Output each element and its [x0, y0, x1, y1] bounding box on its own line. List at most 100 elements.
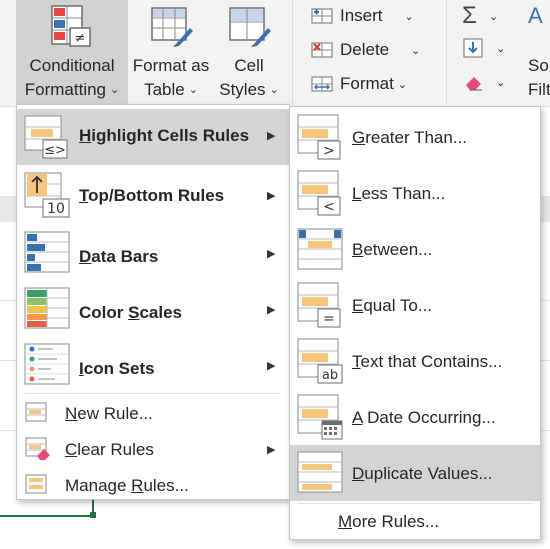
access-key: D	[79, 247, 92, 266]
access-key: C	[65, 440, 78, 459]
submenu-item-text-contains[interactable]: ab Text that Contains...	[290, 333, 540, 389]
access-key: T	[79, 186, 89, 205]
sort-az-icon: A	[528, 3, 543, 28]
format-button[interactable]: Format ⌄	[310, 70, 407, 98]
fill-handle[interactable]	[90, 512, 96, 518]
greater-than-symbol: >	[323, 143, 335, 159]
fill-button[interactable]: ⌄	[462, 34, 505, 62]
submenu-item-duplicate-values[interactable]: Duplicate Values...	[290, 445, 540, 501]
cell-styles-label-2: Styles	[219, 80, 266, 99]
submenu-item-more-rules[interactable]: More Rules...	[290, 505, 540, 537]
conditional-formatting-label-1: Conditional	[29, 56, 115, 75]
selected-cell-border	[0, 515, 95, 517]
greater-than-icon: >	[297, 114, 341, 160]
submenu-item-less-than[interactable]: < Less Than...	[290, 165, 540, 221]
insert-cells-icon	[310, 5, 334, 27]
menu-label-post: reater Than...	[365, 128, 467, 147]
chevron-down-icon: ⌄	[110, 84, 120, 97]
menu-item-icon-sets[interactable]: Icon Sets ▶	[17, 337, 289, 393]
autosum-button[interactable]: Σ ⌄	[462, 2, 498, 30]
access-key: B	[352, 240, 364, 259]
submenu-item-date-occurring[interactable]: A Date Occurring...	[290, 389, 540, 445]
highlight-cells-submenu: > Greater Than... < Less Than... Between…	[289, 106, 541, 540]
new-rule-icon	[25, 402, 47, 422]
access-key: H	[79, 126, 92, 145]
menu-item-clear-rules[interactable]: Clear Rules ▶	[17, 431, 289, 467]
cell-styles-button[interactable]: Cell Styles ⌄	[214, 0, 284, 106]
menu-label-post: ighlight Cells Rules	[91, 126, 250, 145]
delete-button[interactable]: Delete ⌄	[310, 36, 420, 64]
clear-rules-icon	[25, 437, 50, 460]
equal-symbol: =	[323, 311, 335, 327]
sort-filter-button[interactable]: A So Filt	[526, 0, 550, 106]
format-as-table-label-2: Table	[144, 80, 185, 99]
ribbon: ≠ Conditional Formatting ⌄ Format as Tabl…	[0, 0, 550, 106]
less-than-icon: <	[297, 170, 341, 216]
access-key: A	[352, 408, 363, 427]
chevron-down-icon: ⌄	[488, 10, 499, 23]
insert-label: Insert	[340, 6, 383, 25]
access-key: E	[352, 296, 364, 315]
top-bottom-icon: 10	[24, 172, 70, 218]
submenu-arrow-icon: ▶	[267, 190, 276, 202]
conditional-formatting-menu: ≤> Highlight Cells Rules ▶ 10 Top/Bottom…	[16, 104, 290, 500]
color-scales-icon	[24, 287, 70, 329]
ribbon-separator	[446, 0, 447, 104]
menu-label-post: ules...	[143, 476, 189, 495]
duplicate-values-icon	[297, 451, 343, 493]
conditional-formatting-button[interactable]: ≠ Conditional Formatting ⌄	[16, 0, 128, 106]
submenu-arrow-icon: ▶	[267, 130, 276, 142]
menu-label-post: uplicate Values...	[364, 464, 493, 483]
between-icon	[297, 228, 343, 270]
submenu-item-equal-to[interactable]: = Equal To...	[290, 277, 540, 333]
menu-label-post: ata Bars	[91, 247, 159, 266]
menu-item-manage-rules[interactable]: Manage Rules...	[17, 467, 289, 503]
ribbon-separator	[292, 0, 293, 104]
chevron-down-icon: ⌄	[397, 78, 408, 91]
menu-item-highlight-cells-rules[interactable]: ≤> Highlight Cells Rules ▶	[17, 109, 289, 165]
menu-label-post: qual To...	[363, 296, 433, 315]
menu-item-top-bottom-rules[interactable]: 10 Top/Bottom Rules ▶	[17, 167, 289, 223]
menu-item-data-bars[interactable]: Data Bars ▶	[17, 225, 289, 281]
menu-label-post: ess Than...	[361, 184, 446, 203]
cell-styles-label-1: Cell	[234, 56, 264, 75]
delete-cells-icon	[310, 39, 334, 61]
menu-label-post: lear Rules	[77, 440, 154, 459]
format-label: Format	[340, 74, 394, 93]
access-key: T	[352, 352, 361, 371]
ab-text-symbol: ab	[322, 368, 338, 383]
sigma-icon: Σ	[462, 2, 477, 29]
less-than-symbol: <	[323, 199, 335, 215]
format-cells-icon	[310, 73, 334, 95]
access-key: D	[352, 464, 365, 483]
format-as-table-button[interactable]: Format as Table ⌄	[128, 0, 214, 106]
format-as-table-icon	[151, 7, 193, 47]
menu-item-new-rule[interactable]: New Rule...	[17, 395, 289, 431]
chevron-down-icon: ⌄	[188, 84, 198, 97]
menu-label-post: Date Occurring...	[362, 408, 496, 427]
menu-label-pre: Manage	[65, 476, 132, 495]
menu-divider	[298, 503, 532, 504]
text-contains-icon: ab	[297, 338, 343, 384]
manage-rules-icon	[25, 474, 47, 494]
menu-item-color-scales[interactable]: Color Scales ▶	[17, 281, 289, 337]
menu-label-post: cales	[139, 303, 182, 322]
delete-label: Delete	[340, 40, 390, 59]
chevron-down-icon: ⌄	[411, 44, 421, 57]
chevron-down-icon: ⌄	[496, 42, 506, 55]
chevron-down-icon: ⌄	[269, 84, 279, 97]
insert-button[interactable]: Insert ⌄	[310, 2, 414, 30]
top-bottom-number: 10	[47, 201, 65, 217]
submenu-arrow-icon: ▶	[267, 304, 276, 316]
menu-label-post: etween...	[363, 240, 433, 259]
data-bars-icon	[24, 231, 70, 273]
eraser-icon	[466, 77, 482, 91]
chevron-down-icon: ⌄	[404, 10, 414, 23]
submenu-item-greater-than[interactable]: > Greater Than...	[290, 109, 540, 165]
menu-label-post: op/Bottom Rules	[88, 186, 225, 205]
submenu-item-between[interactable]: Between...	[290, 221, 540, 277]
sort-filter-label-2: Filt	[528, 80, 550, 99]
clear-button[interactable]: ⌄	[462, 68, 505, 96]
access-key: G	[352, 128, 366, 147]
equal-to-icon: =	[297, 282, 341, 328]
